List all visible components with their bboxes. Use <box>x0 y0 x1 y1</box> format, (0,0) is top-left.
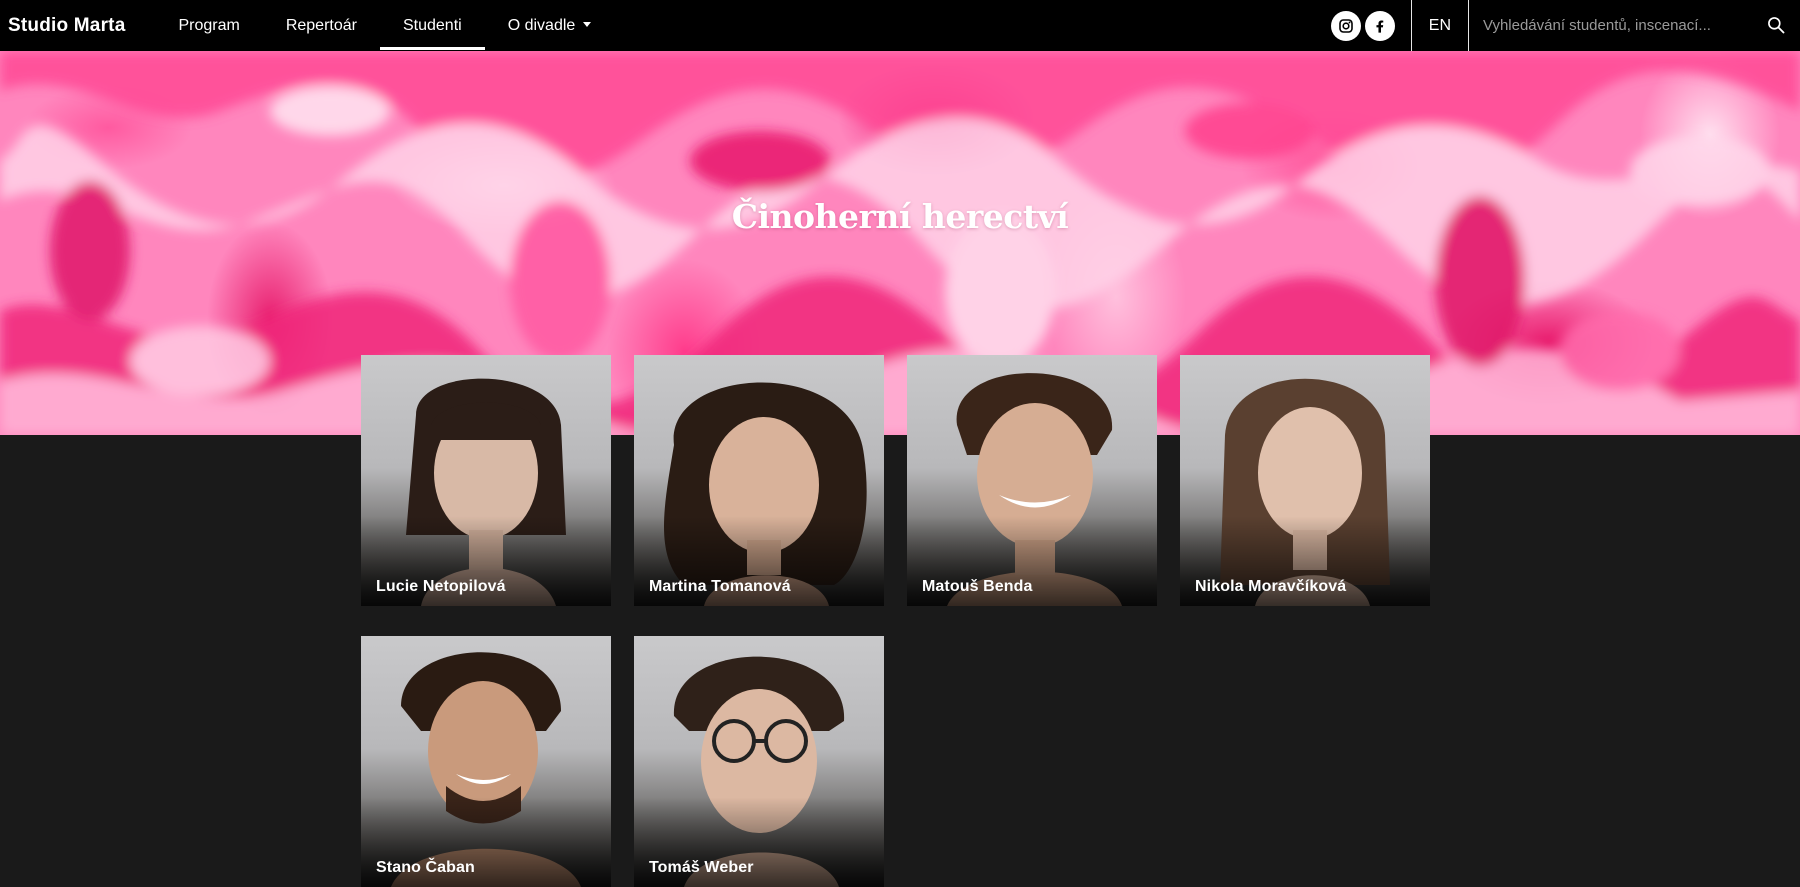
search-icon[interactable] <box>1766 15 1786 35</box>
student-card[interactable]: Lucie Netopilová <box>361 355 611 606</box>
student-name: Matouš Benda <box>922 578 1033 595</box>
student-name: Lucie Netopilová <box>376 578 506 595</box>
student-name: Martina Tomanová <box>649 578 791 595</box>
instagram-icon[interactable] <box>1330 10 1361 41</box>
student-name: Stano Čaban <box>376 859 475 876</box>
hero-banner: Činoherní herectví <box>0 51 1800 435</box>
nav-divider <box>1410 0 1412 51</box>
student-card[interactable]: Stano Čaban <box>361 636 611 887</box>
student-name: Nikola Moravčíková <box>1195 578 1347 595</box>
hero-marble-pattern <box>0 51 1800 435</box>
nav-item-o-divadle[interactable]: O divadle <box>485 0 615 51</box>
top-navbar: Studio Marta Program Repertoár Studenti … <box>0 0 1800 51</box>
navbar-right: EN <box>1330 0 1800 51</box>
chevron-down-icon <box>583 22 592 27</box>
student-card[interactable]: Tomáš Weber <box>634 636 884 887</box>
nav-item-repertoar[interactable]: Repertoár <box>263 0 380 51</box>
page-title: Činoherní herectví <box>731 197 1069 236</box>
student-card[interactable]: Matouš Benda <box>907 355 1157 606</box>
student-card[interactable]: Nikola Moravčíková <box>1180 355 1430 606</box>
social-links <box>1330 10 1411 41</box>
student-card[interactable]: Martina Tomanová <box>634 355 884 606</box>
nav-item-studenti[interactable]: Studenti <box>379 0 485 51</box>
facebook-icon[interactable] <box>1364 10 1395 41</box>
language-switch[interactable]: EN <box>1412 17 1468 35</box>
brand-logo[interactable]: Studio Marta <box>8 15 125 37</box>
student-name: Tomáš Weber <box>649 859 754 876</box>
search-input[interactable] <box>1481 16 1751 35</box>
search-box <box>1469 0 1800 51</box>
main-nav: Program Repertoár Studenti O divadle <box>155 0 614 51</box>
nav-item-program[interactable]: Program <box>155 0 262 51</box>
nav-item-o-divadle-label: O divadle <box>507 16 576 34</box>
